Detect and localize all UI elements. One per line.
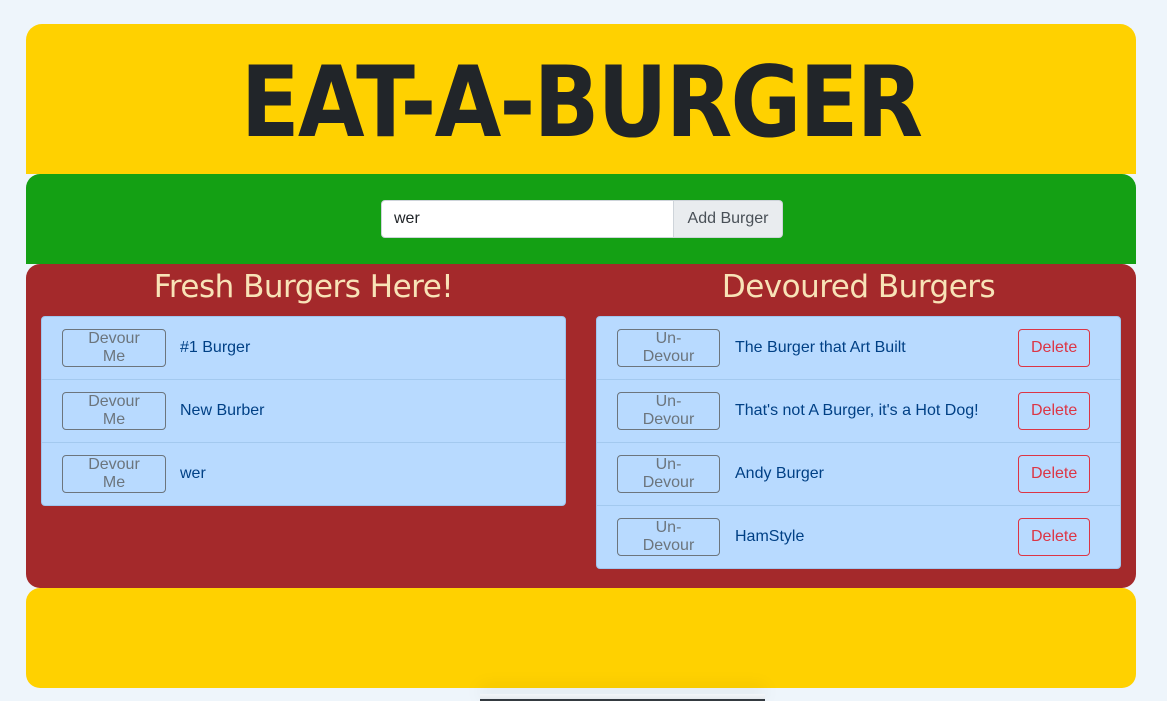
undevour-button[interactable]: Un-Devour: [617, 329, 720, 367]
devoured-burger-item: Un-Devour Andy Burger Delete: [597, 442, 1120, 505]
undevour-button[interactable]: Un-Devour: [617, 455, 720, 493]
burger-name: New Burber: [180, 402, 265, 419]
devoured-burger-item: Un-Devour The Burger that Art Built Dele…: [597, 317, 1120, 379]
delete-button[interactable]: Delete: [1018, 518, 1090, 556]
fresh-burger-list: Devour Me #1 Burger Devour Me New Burber…: [41, 316, 566, 506]
delete-button[interactable]: Delete: [1018, 329, 1090, 367]
add-burger-form: Add Burger: [381, 200, 783, 238]
fresh-burger-item: Devour Me #1 Burger: [42, 317, 565, 379]
top-bun-header: EAT-A-BURGER: [26, 24, 1136, 174]
delete-button[interactable]: Delete: [1018, 392, 1090, 430]
fresh-burger-item: Devour Me wer: [42, 442, 565, 505]
devour-button[interactable]: Devour Me: [62, 392, 166, 430]
burger-name: The Burger that Art Built: [735, 339, 906, 356]
devoured-burgers-heading: Devoured Burgers: [721, 269, 996, 305]
devour-button[interactable]: Devour Me: [62, 455, 166, 493]
devoured-burger-list: Un-Devour The Burger that Art Built Dele…: [596, 316, 1121, 569]
burger-name-input[interactable]: [381, 200, 674, 238]
page-title: EAT-A-BURGER: [240, 46, 923, 160]
burger-name: Andy Burger: [735, 465, 824, 482]
undevour-button[interactable]: Un-Devour: [617, 518, 720, 556]
fresh-burgers-heading: Fresh Burgers Here!: [153, 269, 454, 305]
bottom-edge-element: [480, 694, 765, 701]
burger-name: wer: [180, 465, 206, 482]
undevour-button[interactable]: Un-Devour: [617, 392, 720, 430]
devoured-burger-item: Un-Devour HamStyle Delete: [597, 505, 1120, 568]
delete-button[interactable]: Delete: [1018, 455, 1090, 493]
burger-name: #1 Burger: [180, 339, 251, 356]
add-burger-bar: Add Burger: [26, 174, 1136, 264]
devour-button[interactable]: Devour Me: [62, 329, 166, 367]
burger-name: That's not A Burger, it's a Hot Dog!: [735, 402, 979, 419]
page: EAT-A-BURGER Add Burger Fresh Burgers He…: [0, 0, 1167, 701]
burger-lists-panel: Fresh Burgers Here! Devoured Burgers Dev…: [26, 264, 1136, 588]
fresh-burger-item: Devour Me New Burber: [42, 379, 565, 442]
devoured-burger-item: Un-Devour That's not A Burger, it's a Ho…: [597, 379, 1120, 442]
add-burger-button[interactable]: Add Burger: [674, 200, 783, 238]
bottom-bun-footer: [26, 588, 1136, 688]
burger-name: HamStyle: [735, 528, 805, 545]
